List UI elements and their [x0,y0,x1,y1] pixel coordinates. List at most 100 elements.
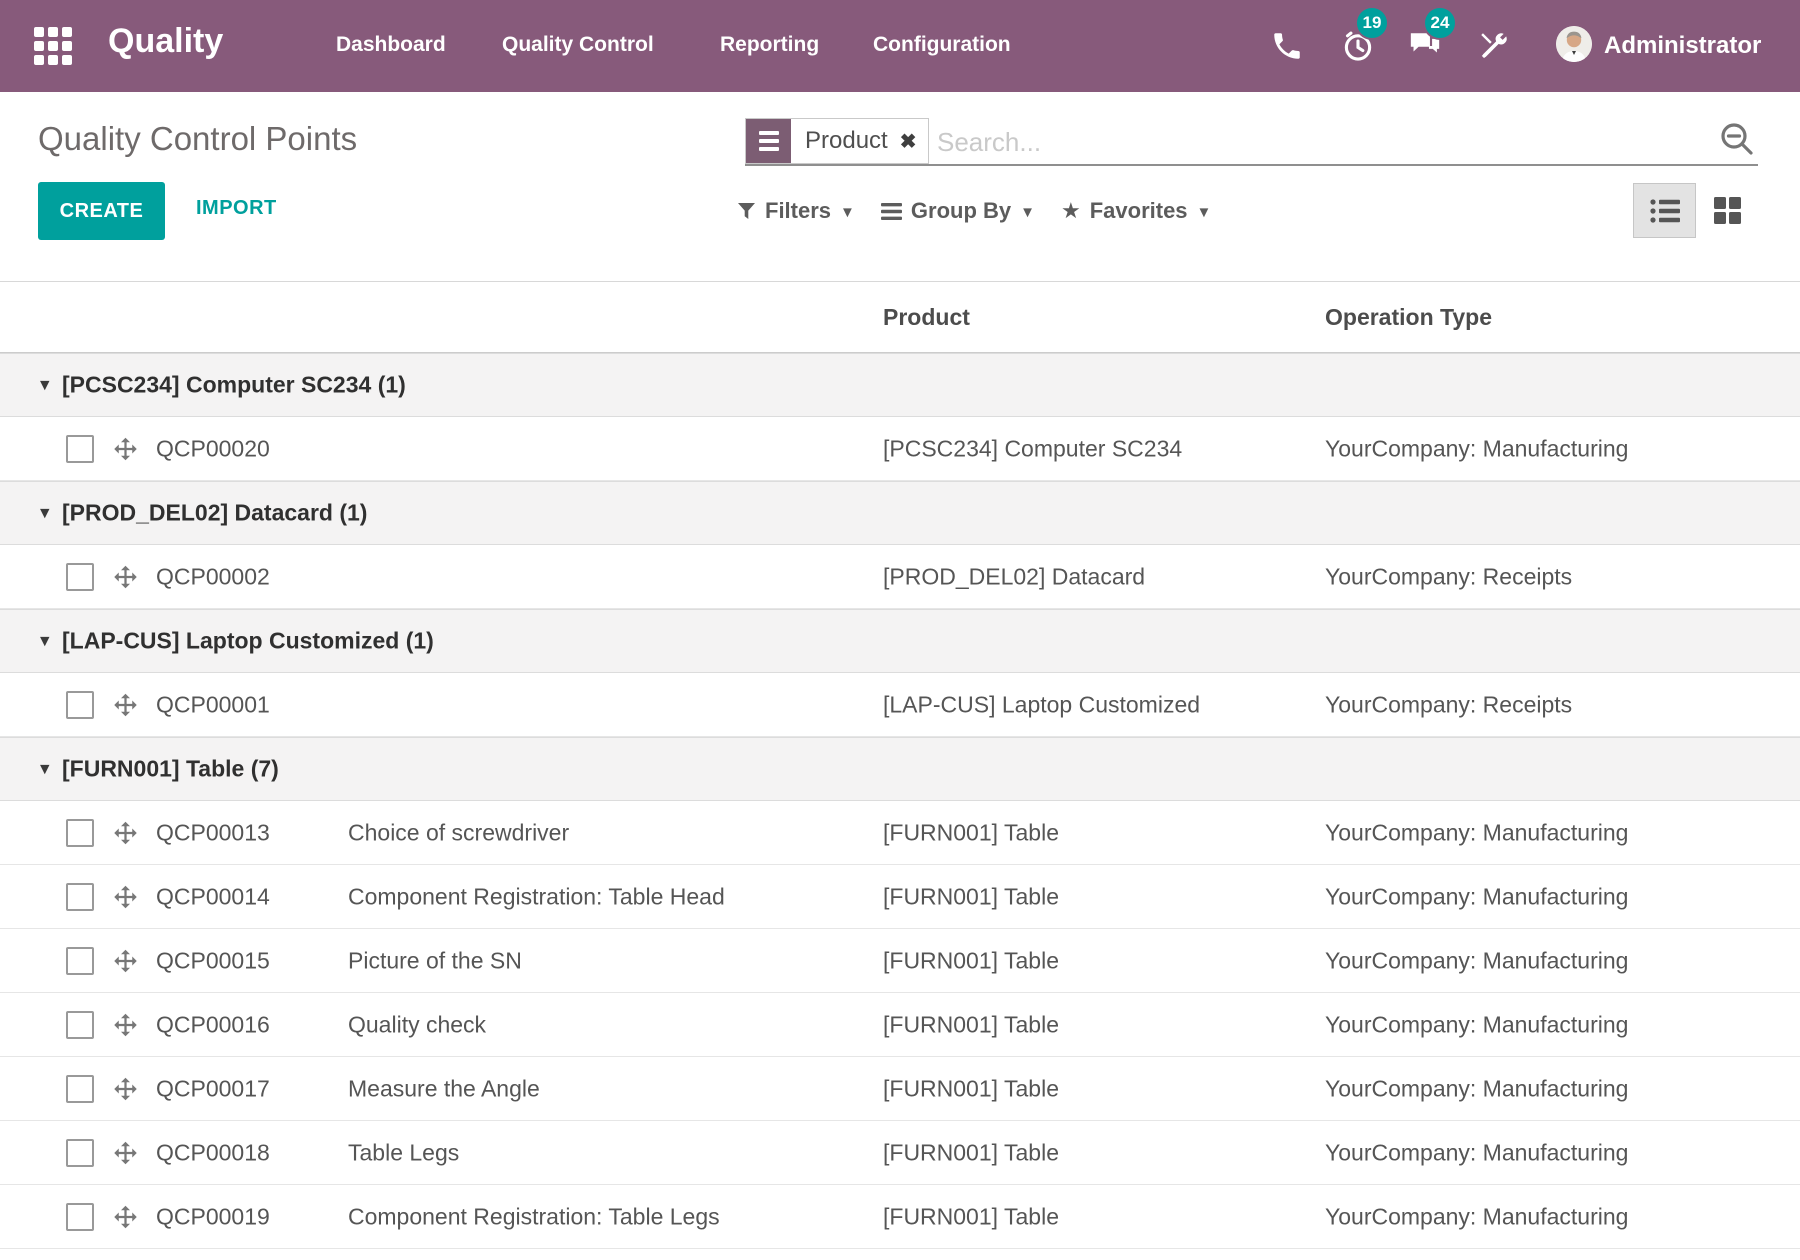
record-title: Table Legs [348,1139,459,1166]
column-header-operation-type[interactable]: Operation Type [1325,282,1492,352]
facet-remove-icon[interactable]: ✖ [900,119,929,163]
group-collapse-caret-icon[interactable]: ▾ [40,374,50,397]
drag-handle-icon[interactable] [112,691,139,718]
record-operation-type: YourCompany: Manufacturing [1325,1203,1628,1230]
record-operation-type: YourCompany: Manufacturing [1325,947,1628,974]
chevron-down-icon: ▼ [840,201,855,221]
chevron-down-icon: ▼ [1020,201,1035,221]
record-operation-type: YourCompany: Manufacturing [1325,883,1628,910]
search-facet: Product ✖ [745,118,929,164]
row-checkbox[interactable] [66,1203,94,1231]
table-row[interactable]: QCP00015 Picture of the SN [FURN001] Tab… [0,929,1800,993]
table-row[interactable]: QCP00020 [PCSC234] Computer SC234 YourCo… [0,417,1800,481]
tools-icon[interactable] [1477,29,1511,63]
table-row[interactable]: QCP00019 Component Registration: Table L… [0,1185,1800,1249]
table-row[interactable]: QCP00014 Component Registration: Table H… [0,865,1800,929]
nav-item-reporting[interactable]: Reporting [720,33,819,57]
table-row[interactable]: QCP00013 Choice of screwdriver [FURN001]… [0,801,1800,865]
record-name: QCP00014 [156,883,270,910]
messages-count-badge: 24 [1423,6,1457,40]
drag-handle-icon[interactable] [112,1203,139,1230]
star-icon: ★ [1061,200,1081,222]
search-bar: Product ✖ [745,118,1758,166]
row-checkbox[interactable] [66,563,94,591]
facet-label: Product [791,119,900,163]
column-header-product[interactable]: Product [883,282,970,352]
record-operation-type: YourCompany: Manufacturing [1325,1075,1628,1102]
row-checkbox[interactable] [66,947,94,975]
drag-handle-icon[interactable] [112,1075,139,1102]
group-row[interactable]: ▾ [FURN001] Table (7) [0,737,1800,801]
group-collapse-caret-icon[interactable]: ▾ [40,630,50,653]
row-checkbox[interactable] [66,1011,94,1039]
drag-handle-icon[interactable] [112,1139,139,1166]
import-button[interactable]: IMPORT [190,196,283,221]
record-name: QCP00016 [156,1011,270,1038]
row-checkbox[interactable] [66,435,94,463]
page-title: Quality Control Points [38,120,357,158]
record-name: QCP00015 [156,947,270,974]
group-row[interactable]: ▾ [PCSC234] Computer SC234 (1) [0,353,1800,417]
user-name[interactable]: Administrator [1604,32,1761,60]
group-row[interactable]: ▾ [PROD_DEL02] Datacard (1) [0,481,1800,545]
row-checkbox[interactable] [66,1139,94,1167]
drag-handle-icon[interactable] [112,563,139,590]
group-collapse-caret-icon[interactable]: ▾ [40,502,50,525]
drag-handle-icon[interactable] [112,1011,139,1038]
drag-handle-icon[interactable] [112,883,139,910]
record-product: [FURN001] Table [883,883,1059,910]
record-title: Component Registration: Table Legs [348,1203,720,1230]
row-checkbox[interactable] [66,883,94,911]
filter-funnel-icon [737,202,756,220]
table-row[interactable]: QCP00016 Quality check [FURN001] Table Y… [0,993,1800,1057]
activities-count-badge: 19 [1355,6,1389,40]
table-row[interactable]: QCP00018 Table Legs [FURN001] Table Your… [0,1121,1800,1185]
group-by-bars-icon [881,203,902,220]
record-product: [FURN001] Table [883,1075,1059,1102]
record-product: [PROD_DEL02] Datacard [883,563,1145,590]
row-checkbox[interactable] [66,819,94,847]
record-product: [FURN001] Table [883,1139,1059,1166]
view-switcher [1633,183,1759,238]
app-brand[interactable]: Quality [108,22,223,61]
drag-handle-icon[interactable] [112,435,139,462]
drag-handle-icon[interactable] [112,819,139,846]
record-product: [PCSC234] Computer SC234 [883,435,1182,462]
create-button[interactable]: CREATE [38,182,165,240]
record-operation-type: YourCompany: Manufacturing [1325,435,1628,462]
record-title: Measure the Angle [348,1075,540,1102]
nav-item-quality-control[interactable]: Quality Control [502,33,654,57]
top-navbar: Quality Dashboard Quality Control Report… [0,0,1800,92]
filters-dropdown[interactable]: Filters ▼ [737,198,855,224]
list-rows: ▾ [PCSC234] Computer SC234 (1) QCP00020 … [0,353,1800,1249]
user-avatar[interactable] [1556,26,1592,62]
group-collapse-caret-icon[interactable]: ▾ [40,758,50,781]
favorites-dropdown[interactable]: ★ Favorites ▼ [1061,198,1211,224]
record-title: Quality check [348,1011,486,1038]
record-operation-type: YourCompany: Receipts [1325,691,1572,718]
record-product: [FURN001] Table [883,947,1059,974]
nav-item-configuration[interactable]: Configuration [873,33,1011,57]
nav-item-dashboard[interactable]: Dashboard [336,33,446,57]
drag-handle-icon[interactable] [112,947,139,974]
group-row[interactable]: ▾ [LAP-CUS] Laptop Customized (1) [0,609,1800,673]
kanban-view-button[interactable] [1696,183,1759,238]
table-row[interactable]: QCP00002 [PROD_DEL02] Datacard YourCompa… [0,545,1800,609]
table-row[interactable]: QCP00001 [LAP-CUS] Laptop Customized You… [0,673,1800,737]
row-checkbox[interactable] [66,691,94,719]
table-row[interactable]: QCP00017 Measure the Angle [FURN001] Tab… [0,1057,1800,1121]
search-minus-icon[interactable] [1718,120,1756,158]
search-input[interactable] [935,122,1535,162]
quality-app-page: Quality Dashboard Quality Control Report… [0,0,1800,1260]
phone-icon[interactable] [1270,29,1304,63]
group-by-dropdown[interactable]: Group By ▼ [881,198,1035,224]
record-name: QCP00001 [156,691,270,718]
record-title: Choice of screwdriver [348,819,569,846]
record-operation-type: YourCompany: Receipts [1325,563,1572,590]
list-view-button[interactable] [1633,183,1696,238]
record-product: [FURN001] Table [883,819,1059,846]
group-by-facet-icon [746,119,791,163]
row-checkbox[interactable] [66,1075,94,1103]
apps-menu-icon[interactable] [34,27,72,65]
record-name: QCP00019 [156,1203,270,1230]
